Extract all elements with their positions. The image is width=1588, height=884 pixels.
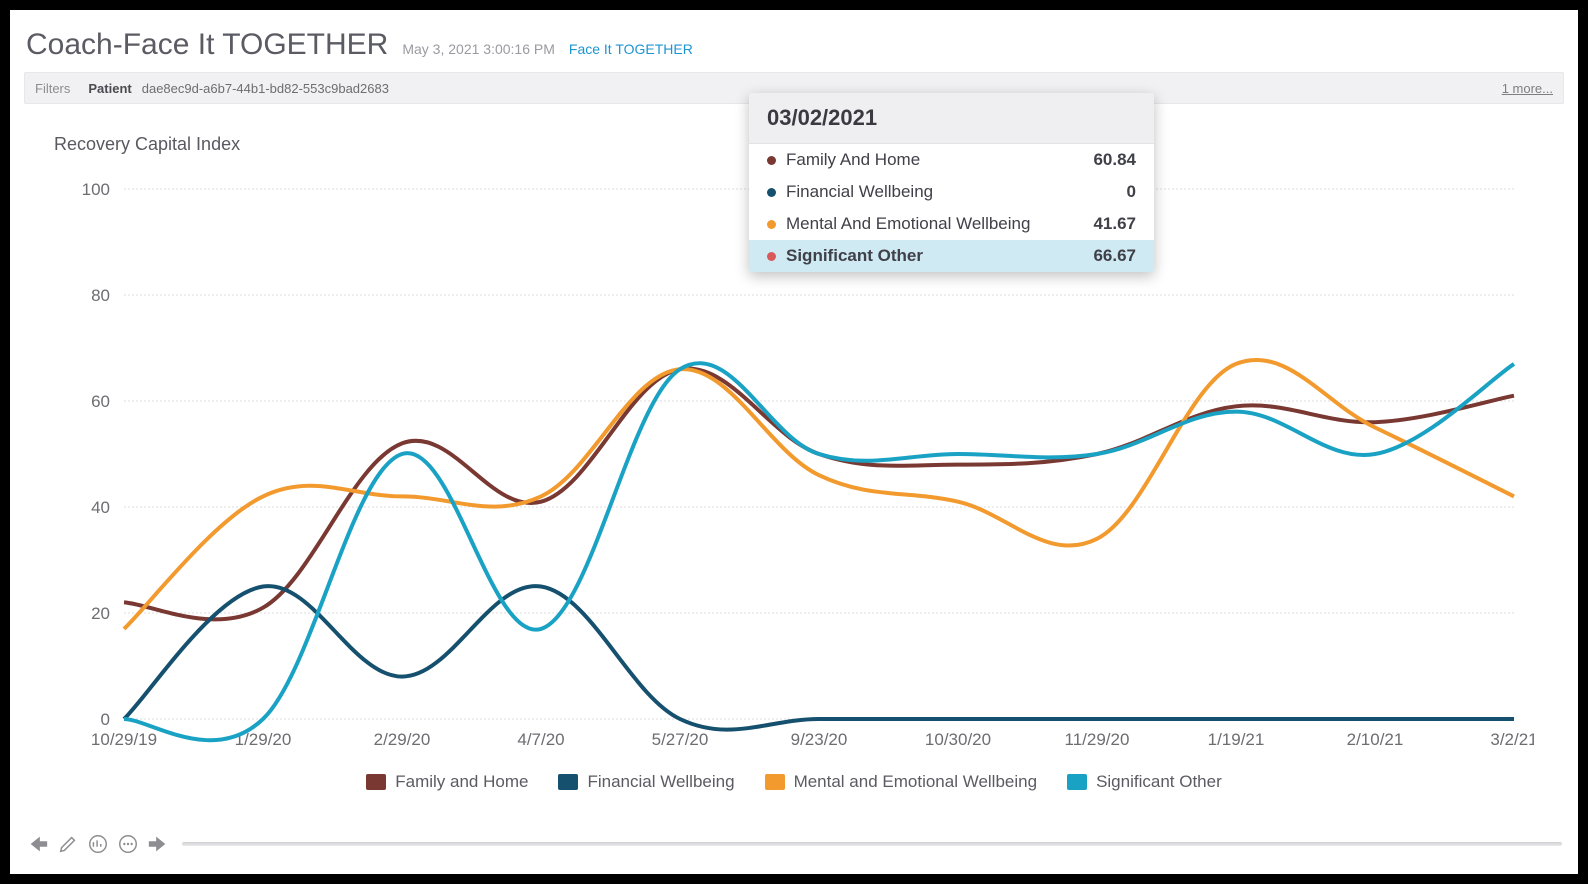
chart-mode-icon[interactable] xyxy=(86,832,110,856)
svg-text:1/19/21: 1/19/21 xyxy=(1208,730,1265,749)
tooltip-series-label: Mental And Emotional Wellbeing xyxy=(786,214,1030,234)
filter-value: dae8ec9d-a6b7-44b1-bd82-553c9bad2683 xyxy=(142,81,389,96)
svg-text:10/30/20: 10/30/20 xyxy=(925,730,991,749)
tooltip-row: Family And Home 60.84 xyxy=(749,144,1154,176)
svg-text:40: 40 xyxy=(91,498,110,517)
tooltip-date: 03/02/2021 xyxy=(749,93,1154,144)
tooltip-series-label: Family And Home xyxy=(786,150,920,170)
report-timestamp: May 3, 2021 3:00:16 PM xyxy=(402,41,555,57)
legend-item[interactable]: Mental and Emotional Wellbeing xyxy=(765,772,1038,792)
legend-item[interactable]: Family and Home xyxy=(366,772,528,792)
tooltip-row: Financial Wellbeing 0 xyxy=(749,176,1154,208)
prev-arrow-icon[interactable] xyxy=(26,832,50,856)
tooltip-series-value: 0 xyxy=(1127,182,1136,202)
edit-icon[interactable] xyxy=(56,832,80,856)
svg-text:5/27/20: 5/27/20 xyxy=(652,730,709,749)
chart-tooltip: 03/02/2021 Family And Home 60.84 Financial… xyxy=(749,93,1154,272)
svg-text:20: 20 xyxy=(91,604,110,623)
org-link[interactable]: Face It TOGETHER xyxy=(569,41,693,57)
tooltip-series-value: 60.84 xyxy=(1093,150,1136,170)
legend-swatch-icon xyxy=(1067,774,1087,790)
series-dot-icon xyxy=(767,188,776,197)
svg-text:0: 0 xyxy=(101,710,110,729)
svg-text:10/29/19: 10/29/19 xyxy=(91,730,157,749)
svg-text:9/23/20: 9/23/20 xyxy=(791,730,848,749)
svg-text:11/29/20: 11/29/20 xyxy=(1065,730,1130,749)
legend-item[interactable]: Financial Wellbeing xyxy=(558,772,734,792)
svg-text:4/7/20: 4/7/20 xyxy=(517,730,564,749)
chart-legend: Family and Home Financial Wellbeing Mental… xyxy=(24,772,1564,792)
svg-text:3/2/21: 3/2/21 xyxy=(1490,730,1534,749)
footer-track xyxy=(182,842,1562,846)
svg-text:2/10/21: 2/10/21 xyxy=(1347,730,1404,749)
report-title: Coach-Face It TOGETHER xyxy=(26,28,388,62)
next-arrow-icon[interactable] xyxy=(146,832,170,856)
legend-label: Mental and Emotional Wellbeing xyxy=(794,772,1038,792)
legend-label: Significant Other xyxy=(1096,772,1222,792)
tooltip-series-label: Significant Other xyxy=(786,246,923,266)
svg-text:2/29/20: 2/29/20 xyxy=(374,730,431,749)
report-footer xyxy=(26,832,1562,856)
tooltip-series-value: 41.67 xyxy=(1093,214,1136,234)
filters-more-link[interactable]: 1 more... xyxy=(1502,81,1553,96)
tooltip-row: Significant Other 66.67 xyxy=(749,240,1154,272)
series-dot-icon xyxy=(767,220,776,229)
filters-label: Filters xyxy=(35,81,70,96)
more-options-icon[interactable] xyxy=(116,832,140,856)
filter-key: Patient xyxy=(88,81,131,96)
svg-text:100: 100 xyxy=(82,180,110,199)
tooltip-row: Mental And Emotional Wellbeing 41.67 xyxy=(749,208,1154,240)
legend-item[interactable]: Significant Other xyxy=(1067,772,1222,792)
legend-swatch-icon xyxy=(558,774,578,790)
legend-label: Financial Wellbeing xyxy=(587,772,734,792)
tooltip-series-value: 66.67 xyxy=(1093,246,1136,266)
svg-text:80: 80 xyxy=(91,286,110,305)
series-dot-icon xyxy=(767,252,776,261)
tooltip-series-label: Financial Wellbeing xyxy=(786,182,933,202)
svg-text:60: 60 xyxy=(91,392,110,411)
legend-label: Family and Home xyxy=(395,772,528,792)
report-header: Coach-Face It TOGETHER May 3, 2021 3:00:… xyxy=(24,24,1564,72)
series-dot-icon xyxy=(767,156,776,165)
legend-swatch-icon xyxy=(366,774,386,790)
legend-swatch-icon xyxy=(765,774,785,790)
